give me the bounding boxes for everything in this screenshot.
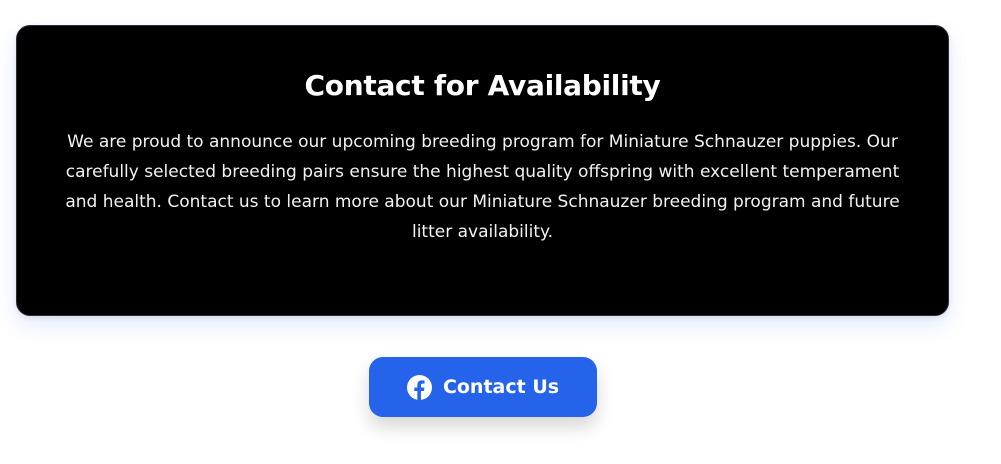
contact-us-button[interactable]: Contact Us — [369, 357, 597, 417]
availability-title: Contact for Availability — [304, 69, 661, 102]
facebook-icon — [406, 374, 432, 400]
availability-description: We are proud to announce our upcoming br… — [65, 132, 900, 242]
availability-card: Contact for Availability We are proud to… — [16, 25, 949, 316]
contact-us-label: Contact Us — [442, 376, 560, 398]
